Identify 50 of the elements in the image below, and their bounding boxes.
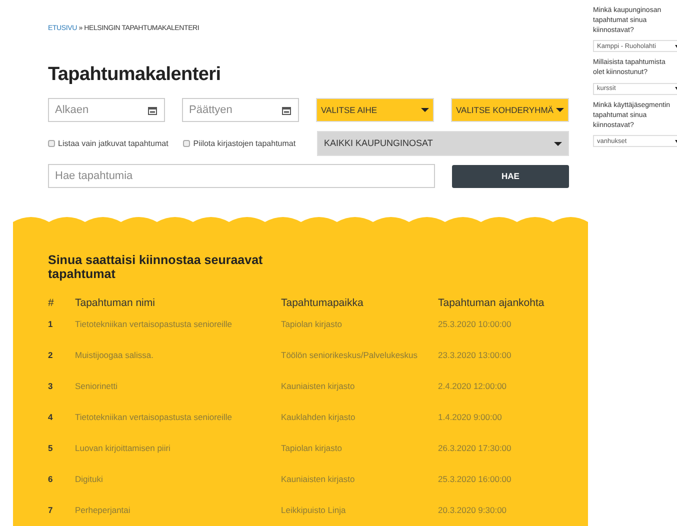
row-number: 3 (48, 380, 54, 392)
column-header: Tapahtuman ajankohta (438, 296, 546, 310)
column-header: Tapahtuman nimi (75, 296, 156, 310)
caret-icon (556, 108, 564, 112)
district-dropdown[interactable]: KAIKKI KAUPUNGINOSAT (317, 131, 569, 156)
calendar-icon (148, 106, 157, 115)
checkbox-label: Piilota kirjastojen tapahtumat (193, 138, 296, 150)
table-cell[interactable]: Digituki (75, 472, 281, 504)
row-number: 4 (48, 410, 54, 424)
table-cell[interactable]: Luovan kirjoittamisen piiri (75, 442, 281, 472)
row-number: 1 (48, 318, 54, 330)
table-cell-text: Töölön seniorikeskus/Palvelukeskus (281, 348, 419, 362)
end-date-field[interactable]: Päättyen (182, 98, 299, 122)
column-header: # (48, 296, 55, 310)
search-field[interactable]: Hae tapahtumia (48, 164, 435, 188)
table-cell-text: 26.3.2020 17:30:00 (438, 442, 512, 454)
table-cell-text: Kauniaisten kirjasto (281, 380, 356, 393)
table-cell-text: 20.3.2020 9:30:00 (438, 504, 508, 516)
caret-icon (421, 108, 429, 112)
table-cell-text: 2.4.2020 12:00:00 (438, 380, 508, 392)
checkbox[interactable] (183, 140, 190, 147)
checkbox[interactable] (48, 140, 55, 147)
column-header: Tapahtumapaikka (281, 296, 364, 310)
search-button[interactable]: HAE (452, 164, 569, 188)
table-cell-text: Leikkipuisto Linja (281, 504, 347, 517)
topic-dropdown[interactable]: VALITSE AIHE (316, 98, 434, 122)
table-cell-text: 1.4.2020 9:00:00 (438, 410, 503, 424)
table-cell-text: 23.3.2020 13:00:00 (438, 348, 512, 362)
table-cell-text: Tapiolan kirjasto (281, 318, 343, 331)
table-cell-text: Kauniaisten kirjasto (281, 472, 356, 486)
table-cell[interactable]: Tietotekniikan vertaisopastusta senioreille (75, 318, 281, 348)
table-cell-text: 25.3.2020 16:00:00 (438, 472, 512, 486)
row-number: 7 (48, 504, 54, 516)
table-cell-text: Tapiolan kirjasto (281, 442, 343, 455)
table-cell-text: 25.3.2020 10:00:00 (438, 318, 512, 330)
group-dropdown[interactable]: VALITSE KOHDERYHMÄ (451, 98, 569, 122)
start-date-field[interactable]: Alkaen (48, 98, 165, 122)
caret-icon (554, 142, 562, 146)
row-number: 5 (48, 442, 54, 454)
row-number: 2 (48, 348, 54, 362)
table-cell[interactable]: Seniorinetti (75, 380, 281, 410)
table-cell[interactable]: Muistijoogaa salissa. (75, 348, 281, 380)
table-cell[interactable]: Perheperjantai (75, 504, 281, 526)
table-cell-text: Kauklahden kirjasto (281, 410, 356, 424)
page-title: Tapahtumakalenteri (48, 62, 222, 86)
checkbox-label: Listaa vain jatkuvat tapahtumat (58, 138, 168, 150)
calendar-icon (282, 106, 291, 115)
row-number: 6 (48, 472, 54, 486)
table-cell[interactable]: Tietotekniikan vertaisopastusta senioreille (75, 410, 281, 442)
section-heading: Sinua saattaisi kiinnostaa seuraavat tapahtumat (48, 254, 264, 282)
